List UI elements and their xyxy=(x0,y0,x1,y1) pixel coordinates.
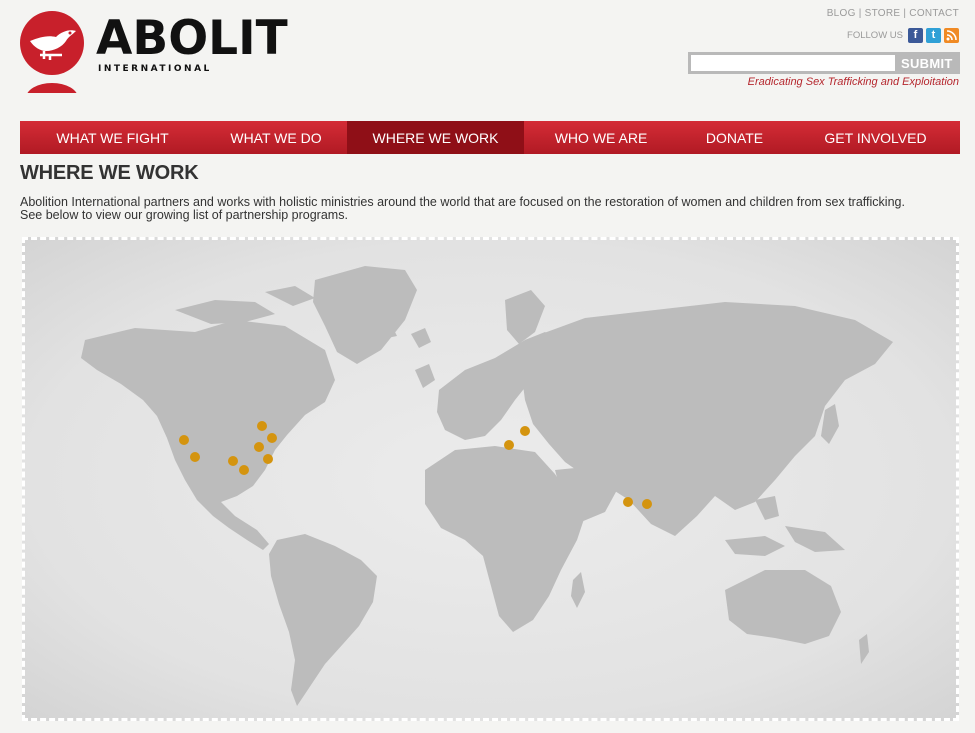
search-input[interactable] xyxy=(691,55,895,71)
submit-button[interactable]: SUBMIT xyxy=(901,56,953,71)
nav-where-we-work[interactable]: WHERE WE WORK xyxy=(347,121,524,154)
location-marker xyxy=(267,433,277,443)
facebook-icon[interactable]: f xyxy=(908,28,923,43)
south-america-shape xyxy=(269,534,377,706)
nav-what-we-fight[interactable]: WHAT WE FIGHT xyxy=(20,121,205,154)
location-marker xyxy=(239,465,249,475)
location-marker xyxy=(257,421,267,431)
location-marker xyxy=(623,497,633,507)
location-marker xyxy=(190,452,200,462)
twitter-icon[interactable]: t xyxy=(926,28,941,43)
logo[interactable]: ABOLITIO INTERNATIONAL xyxy=(18,9,288,93)
logo-subtitle: INTERNATIONAL xyxy=(98,64,212,74)
blog-link[interactable]: BLOG xyxy=(827,8,856,19)
location-marker xyxy=(504,440,514,450)
logo-emblem xyxy=(20,11,84,75)
location-marker xyxy=(228,456,238,466)
follow-label: FOLLOW US xyxy=(847,30,903,41)
location-marker xyxy=(642,499,652,509)
world-map xyxy=(22,237,959,721)
location-marker xyxy=(179,435,189,445)
follow-us: FOLLOW US f t xyxy=(847,28,959,43)
intro-text: Abolition International partners and wor… xyxy=(20,196,960,222)
bird-icon xyxy=(30,30,76,60)
logo-emblem-lower xyxy=(26,83,78,93)
world-map-graphic xyxy=(81,266,893,706)
main-nav: WHAT WE FIGHT WHAT WE DO WHERE WE WORK W… xyxy=(20,121,960,154)
store-link[interactable]: STORE xyxy=(865,8,901,19)
rss-icon[interactable] xyxy=(944,28,959,43)
tagline: Eradicating Sex Trafficking and Exploita… xyxy=(747,76,959,88)
logo-title: ABOLITIO xyxy=(96,11,288,66)
arctic-islands-shape xyxy=(175,300,275,324)
australia-shape xyxy=(725,570,841,644)
nav-who-we-are[interactable]: WHO WE ARE xyxy=(524,121,678,154)
north-america-shape xyxy=(81,320,335,550)
intro-line-2: See below to view our growing list of pa… xyxy=(20,208,348,222)
contact-link[interactable]: CONTACT xyxy=(909,8,959,19)
nav-donate[interactable]: DONATE xyxy=(678,121,791,154)
greenland-shape xyxy=(313,266,417,364)
search-box: SUBMIT xyxy=(688,52,960,74)
nav-get-involved[interactable]: GET INVOLVED xyxy=(791,121,960,154)
top-links: BLOG | STORE | CONTACT xyxy=(826,8,959,19)
page-title: WHERE WE WORK xyxy=(20,162,199,184)
location-marker xyxy=(263,454,273,464)
nav-what-we-do[interactable]: WHAT WE DO xyxy=(205,121,347,154)
location-marker xyxy=(254,442,264,452)
location-marker xyxy=(520,426,530,436)
